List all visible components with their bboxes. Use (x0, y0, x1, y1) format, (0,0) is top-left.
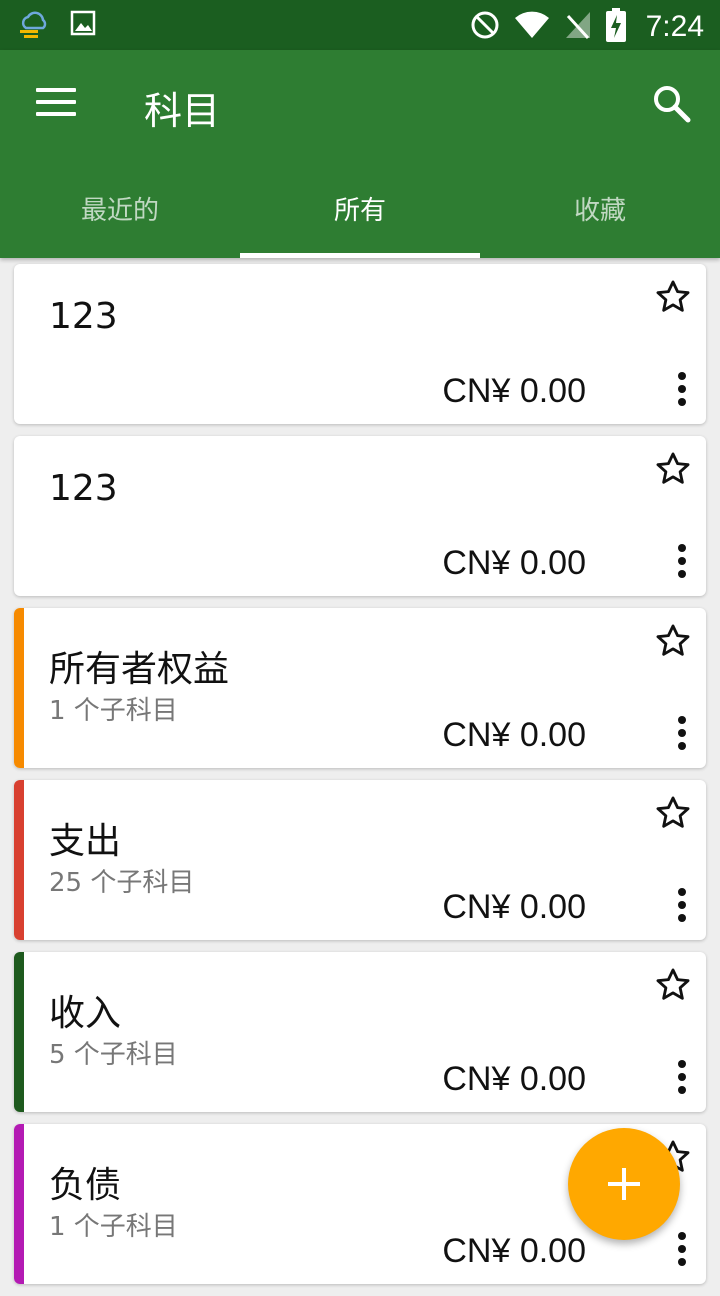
account-color-stripe (14, 952, 24, 1112)
tab-favorites[interactable]: 收藏 (480, 180, 720, 258)
status-time: 7:24 (645, 10, 704, 43)
status-left-icons (18, 10, 96, 42)
account-card[interactable]: 支出 25 个子科目 CN¥ 0.00 (14, 780, 706, 940)
search-icon[interactable] (652, 84, 692, 124)
battery-charging-icon (605, 8, 626, 46)
subaccount-count: 25 个子科目 (49, 868, 195, 898)
star-icon[interactable] (654, 622, 692, 660)
account-card[interactable]: 123 CN¥ 0.00 (14, 264, 706, 424)
menu-icon[interactable] (36, 88, 76, 120)
image-icon (70, 10, 96, 42)
status-bar: 7:24 (0, 0, 720, 50)
account-card[interactable]: 收入 5 个子科目 CN¥ 0.00 (14, 952, 706, 1112)
account-balance: CN¥ 0.00 (442, 372, 586, 410)
app-bar: 科目 最近的 所有 收藏 (0, 50, 720, 258)
account-balance: CN¥ 0.00 (442, 1060, 586, 1098)
subaccount-count: 5 个子科目 (49, 1040, 178, 1070)
account-balance: CN¥ 0.00 (442, 888, 586, 926)
account-color-stripe (14, 608, 24, 768)
account-name: 所有者权益 (49, 649, 230, 690)
star-icon[interactable] (654, 450, 692, 488)
more-options-icon[interactable] (674, 716, 690, 756)
subaccount-count: 1 个子科目 (49, 696, 178, 726)
star-icon[interactable] (654, 794, 692, 832)
page-title: 科目 (144, 89, 221, 133)
account-balance: CN¥ 0.00 (442, 716, 586, 754)
account-balance: CN¥ 0.00 (442, 1232, 586, 1270)
account-color-stripe (14, 780, 24, 940)
account-card[interactable]: 所有者权益 1 个子科目 CN¥ 0.00 (14, 608, 706, 768)
account-name: 123 (49, 296, 118, 337)
account-name: 123 (49, 468, 118, 509)
more-options-icon[interactable] (674, 1232, 690, 1272)
account-color-stripe (14, 1124, 24, 1284)
account-name: 收入 (49, 993, 122, 1034)
weather-icon (18, 10, 50, 42)
more-options-icon[interactable] (674, 888, 690, 928)
no-signal-icon (564, 10, 592, 44)
more-options-icon[interactable] (674, 1060, 690, 1100)
account-balance: CN¥ 0.00 (442, 544, 586, 582)
add-account-button[interactable] (568, 1128, 680, 1240)
wifi-icon (514, 11, 550, 43)
account-name: 支出 (49, 821, 122, 862)
subaccount-count: 1 个子科目 (49, 1212, 178, 1242)
tab-recent[interactable]: 最近的 (0, 180, 240, 258)
star-icon[interactable] (654, 278, 692, 316)
plus-icon (608, 1168, 640, 1200)
status-right-icons: 7:24 (470, 8, 704, 46)
more-options-icon[interactable] (674, 372, 690, 412)
tab-all[interactable]: 所有 (240, 180, 480, 258)
tab-bar: 最近的 所有 收藏 (0, 180, 720, 258)
do-not-disturb-icon (470, 10, 500, 44)
account-card[interactable]: 123 CN¥ 0.00 (14, 436, 706, 596)
more-options-icon[interactable] (674, 544, 690, 584)
account-name: 负债 (49, 1165, 122, 1206)
star-icon[interactable] (654, 966, 692, 1004)
